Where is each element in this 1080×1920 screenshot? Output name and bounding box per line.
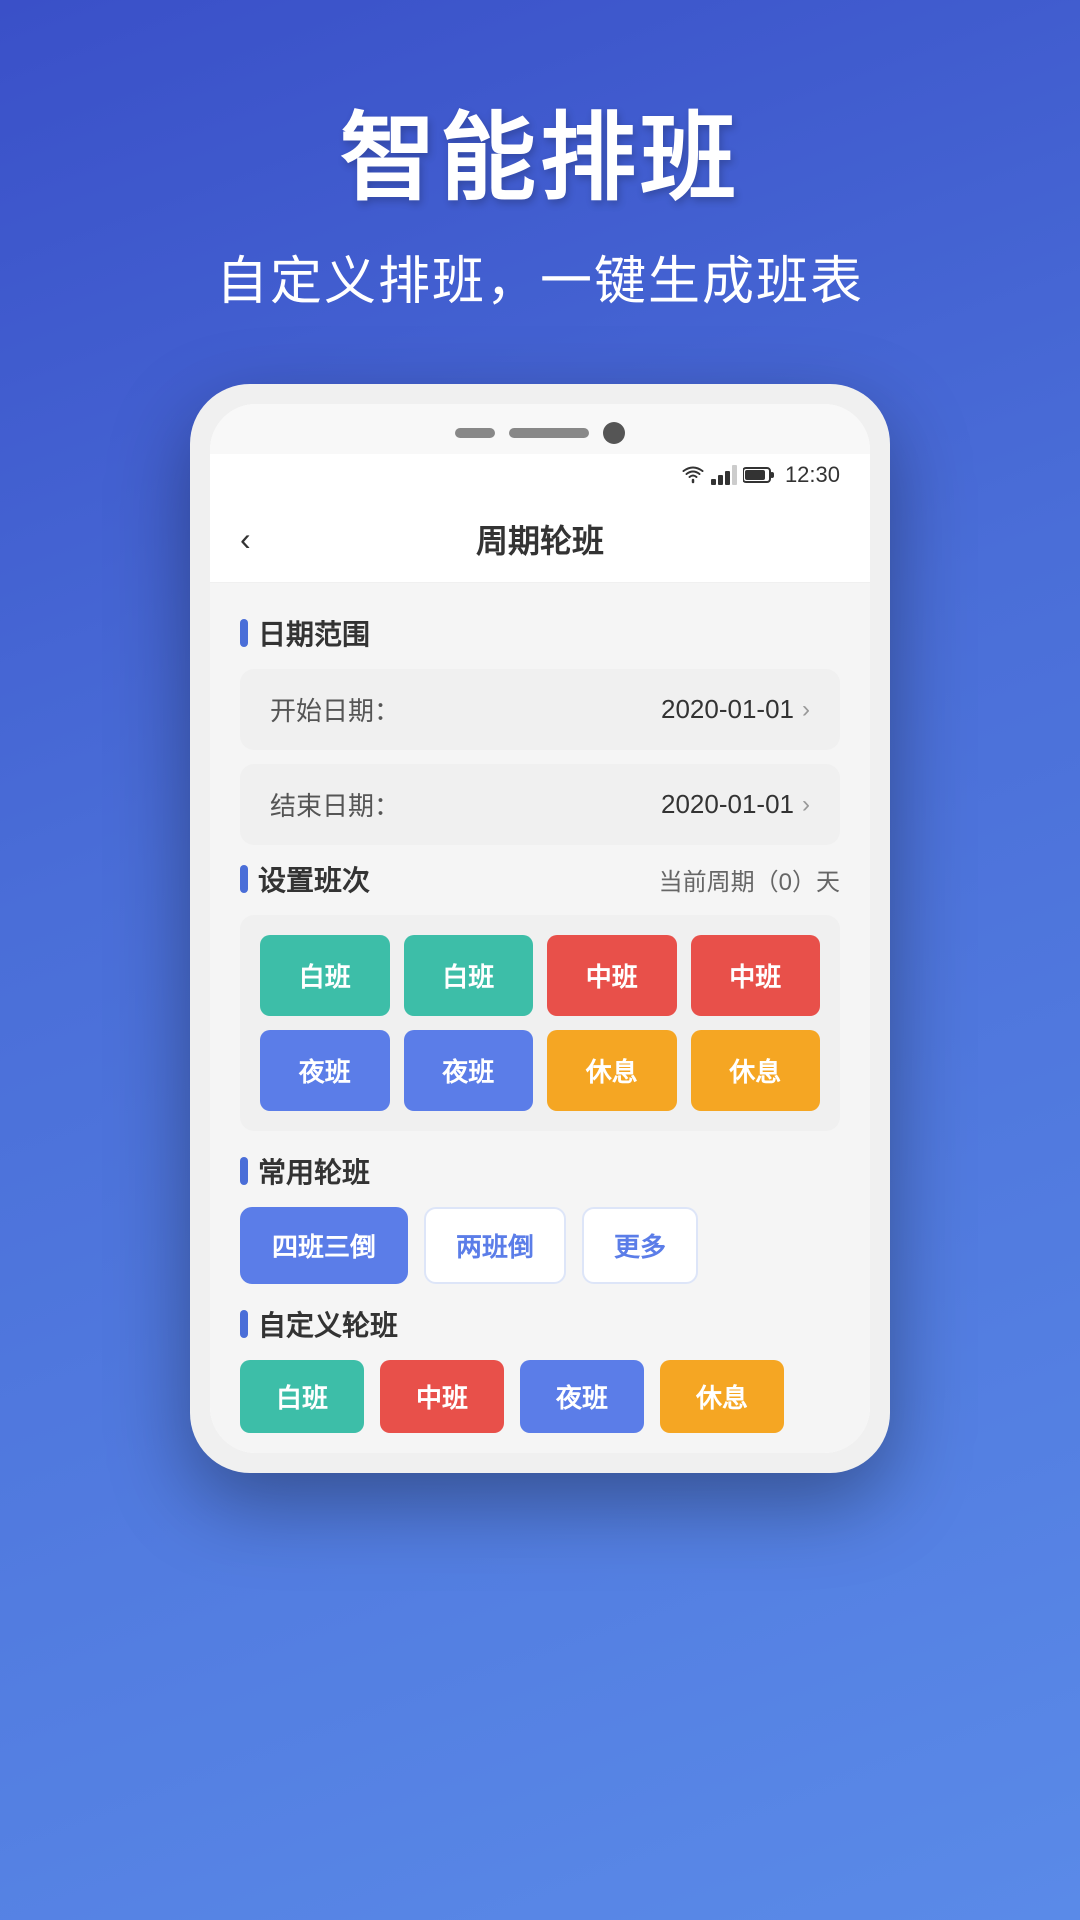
camera	[603, 422, 625, 444]
start-date-value-row: 2020-01-01 ›	[661, 694, 810, 725]
common-btn-sijian[interactable]: 四班三倒	[240, 1207, 408, 1284]
end-date-chevron-icon: ›	[802, 791, 810, 819]
start-date-chevron-icon: ›	[802, 696, 810, 724]
shift-btn-xiuxi-2[interactable]: 休息	[691, 1030, 821, 1111]
back-button[interactable]: ‹	[240, 521, 251, 558]
main-title: 智能排班	[60, 80, 1020, 219]
status-icons	[681, 465, 775, 485]
shift-btn-yeban-1[interactable]: 夜班	[260, 1030, 390, 1111]
start-date-card[interactable]: 开始日期： 2020-01-01 ›	[240, 669, 840, 750]
custom-btn-yeban[interactable]: 夜班	[520, 1360, 644, 1433]
shift-btn-yeban-2[interactable]: 夜班	[404, 1030, 534, 1111]
battery-icon	[743, 466, 775, 484]
app-content: 日期范围 开始日期： 2020-01-01 › 结束日期： 2020-01-01…	[210, 583, 870, 1453]
section-bar-custom	[240, 1310, 248, 1338]
time-display: 12:30	[785, 462, 840, 488]
custom-shifts-section-label: 自定义轮班	[240, 1304, 840, 1344]
wifi-icon	[681, 465, 705, 485]
speaker-left	[455, 428, 495, 438]
status-bar: 12:30	[210, 454, 870, 496]
period-info: 当前周期（0）天	[659, 862, 840, 897]
start-date-value: 2020-01-01	[661, 694, 794, 725]
shift-btn-baiban-2[interactable]: 白班	[404, 935, 534, 1016]
signal-icon	[711, 465, 737, 485]
end-date-value: 2020-01-01	[661, 789, 794, 820]
common-shifts-section-label: 常用轮班	[240, 1151, 840, 1191]
section-bar-shift	[240, 865, 248, 893]
page-title: 周期轮班	[476, 516, 604, 562]
app-header: ‹ 周期轮班	[210, 496, 870, 583]
shift-setup-section-label: 设置班次 当前周期（0）天	[240, 859, 840, 899]
end-date-card[interactable]: 结束日期： 2020-01-01 ›	[240, 764, 840, 845]
shift-btn-baiban-1[interactable]: 白班	[260, 935, 390, 1016]
end-date-value-row: 2020-01-01 ›	[661, 789, 810, 820]
custom-shifts-title: 自定义轮班	[258, 1304, 398, 1344]
header-section: 智能排班 自定义排班，一键生成班表	[0, 0, 1080, 354]
shift-btn-zhongban-2[interactable]: 中班	[691, 935, 821, 1016]
shift-btn-xiuxi-1[interactable]: 休息	[547, 1030, 677, 1111]
shift-setup-title: 设置班次	[258, 859, 370, 899]
common-shifts-row: 四班三倒 两班倒 更多	[240, 1207, 840, 1284]
custom-btn-xiuxi[interactable]: 休息	[660, 1360, 784, 1433]
custom-btn-baiban[interactable]: 白班	[240, 1360, 364, 1433]
end-date-label: 结束日期：	[270, 786, 400, 823]
phone-inner: 12:30 ‹ 周期轮班 日期范围 开始日期： 2020-01-01 ›	[210, 404, 870, 1453]
date-range-title: 日期范围	[258, 613, 370, 653]
shift-btn-zhongban-1[interactable]: 中班	[547, 935, 677, 1016]
speaker-mid	[509, 428, 589, 438]
shift-grid: 白班 白班 中班 中班 夜班 夜班 休息 休息	[240, 915, 840, 1131]
start-date-label: 开始日期：	[270, 691, 400, 728]
custom-btn-zhongban[interactable]: 中班	[380, 1360, 504, 1433]
date-range-section-label: 日期范围	[240, 613, 840, 653]
sub-title: 自定义排班，一键生成班表	[60, 239, 1020, 314]
section-bar-common	[240, 1157, 248, 1185]
phone-mockup: 12:30 ‹ 周期轮班 日期范围 开始日期： 2020-01-01 ›	[190, 384, 890, 1473]
common-shifts-title: 常用轮班	[258, 1151, 370, 1191]
phone-top-bar	[210, 404, 870, 454]
custom-shifts-row: 白班 中班 夜班 休息	[240, 1360, 840, 1433]
common-btn-liangban[interactable]: 两班倒	[424, 1207, 566, 1284]
common-btn-more[interactable]: 更多	[582, 1207, 698, 1284]
section-bar-date	[240, 619, 248, 647]
